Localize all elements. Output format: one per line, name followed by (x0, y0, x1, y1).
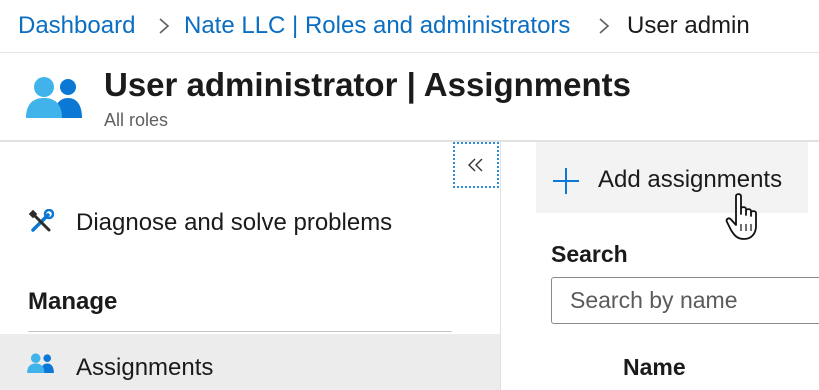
breadcrumb-roles-link[interactable]: Nate LLC | Roles and administrators (184, 11, 570, 41)
users-icon (27, 353, 54, 374)
sidebar-item-assignments[interactable]: Assignments (0, 334, 500, 390)
search-input[interactable] (551, 277, 819, 324)
page-title: User administrator | Assignments (104, 66, 631, 103)
page-subtitle: All roles (104, 110, 169, 130)
breadcrumb-current: User admin (627, 12, 750, 39)
add-assignments-label: Add assignments (598, 166, 783, 193)
chevron-right-icon (599, 18, 610, 34)
panel-divider (500, 142, 501, 390)
sidebar-item-label: Assignments (76, 354, 214, 381)
breadcrumb: Dashboard Nate LLC | Roles and administr… (0, 0, 819, 53)
search-label: Search (551, 241, 628, 267)
add-assignments-button[interactable]: Add assignments (536, 142, 808, 213)
collapse-sidebar-button[interactable] (453, 142, 499, 188)
wrench-screwdriver-icon (28, 209, 54, 232)
section-divider (28, 331, 452, 332)
chevron-right-icon (159, 18, 170, 34)
hand-pointer-cursor-icon (725, 193, 757, 240)
section-heading-manage: Manage (28, 288, 118, 315)
sidebar-item-diagnose[interactable]: Diagnose and solve problems (0, 200, 500, 246)
users-icon (26, 77, 82, 118)
breadcrumb-dashboard-link[interactable]: Dashboard (18, 11, 135, 41)
column-header-name[interactable]: Name (623, 353, 686, 381)
plus-icon (553, 168, 579, 194)
sidebar-item-label: Diagnose and solve problems (76, 209, 393, 236)
double-chevron-left-icon (468, 158, 483, 172)
